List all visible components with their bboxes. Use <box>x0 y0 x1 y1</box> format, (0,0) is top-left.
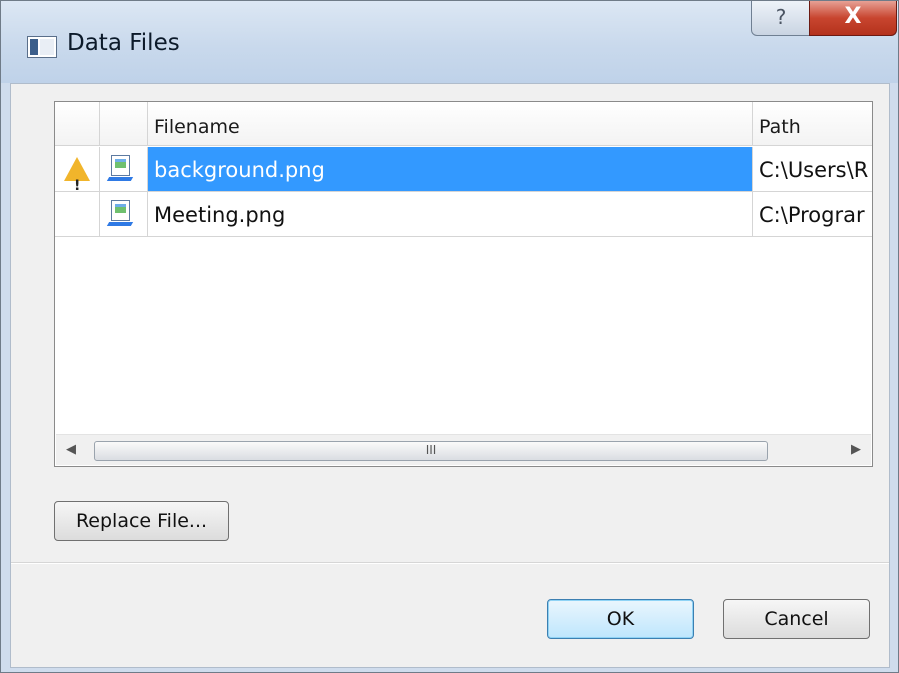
scroll-left-arrow-icon[interactable]: ◀ <box>56 435 86 465</box>
ok-button[interactable]: OK <box>547 599 694 639</box>
close-button[interactable]: X <box>809 1 897 36</box>
app-window-icon <box>27 36 57 58</box>
table-row[interactable]: ! background.png C:\Users\R <box>55 147 872 192</box>
help-button[interactable]: ? <box>751 1 811 36</box>
horizontal-scrollbar[interactable]: ◀ III ▶ <box>56 434 871 465</box>
dialog-title: Data Files <box>67 30 180 56</box>
warning-icon: ! <box>64 157 90 191</box>
type-cell <box>100 192 148 236</box>
image-file-icon <box>106 155 134 182</box>
dialog-window: Data Files ? X Filename Path ! backgroun… <box>0 0 899 673</box>
image-file-icon <box>106 200 134 227</box>
filename-cell[interactable]: background.png <box>148 147 753 191</box>
scroll-thumb[interactable]: III <box>94 441 768 461</box>
replace-file-button[interactable]: Replace File... <box>54 501 229 541</box>
data-files-grid[interactable]: Filename Path ! background.png C:\Users\… <box>54 101 873 467</box>
column-header-filename[interactable]: Filename <box>148 102 753 146</box>
column-header-status[interactable] <box>55 102 100 146</box>
path-cell[interactable]: C:\Users\R <box>753 147 872 191</box>
column-header-type[interactable] <box>100 102 148 146</box>
filename-cell[interactable]: Meeting.png <box>148 192 753 236</box>
divider <box>11 562 889 564</box>
type-cell <box>100 147 148 191</box>
status-cell: ! <box>55 147 100 191</box>
column-header-path[interactable]: Path <box>753 102 872 146</box>
path-cell[interactable]: C:\Prograr <box>753 192 872 236</box>
status-cell <box>55 192 100 236</box>
table-row[interactable]: Meeting.png C:\Prograr <box>55 192 872 237</box>
cancel-button[interactable]: Cancel <box>723 599 870 639</box>
dialog-body: Filename Path ! background.png C:\Users\… <box>10 83 890 668</box>
title-bar: Data Files ? X <box>1 1 898 83</box>
scroll-right-arrow-icon[interactable]: ▶ <box>841 435 871 465</box>
